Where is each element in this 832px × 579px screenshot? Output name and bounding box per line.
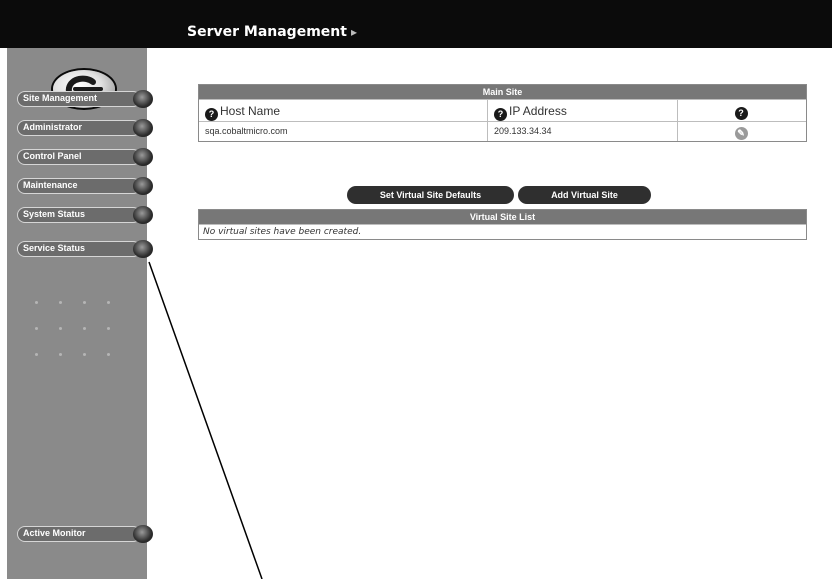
help-icon[interactable]: ?	[494, 108, 507, 121]
sidebar-item-label: Maintenance	[23, 180, 78, 190]
help-icon[interactable]: ?	[205, 108, 218, 121]
virtual-site-list-heading: Virtual Site List	[199, 210, 806, 224]
sidebar-item-maintenance[interactable]: Maintenance	[17, 177, 153, 195]
nav-knob-icon	[133, 119, 153, 137]
edit-icon[interactable]: ✎	[734, 127, 748, 140]
decorative-dot	[107, 327, 110, 330]
nav-knob-icon	[133, 177, 153, 195]
empty-list-message: No virtual sites have been created.	[199, 224, 806, 239]
main-site-table: Main Site ? Host Name ? IP Address ? sqa.c…	[198, 84, 807, 142]
sidebar-item-label: Administrator	[23, 122, 83, 132]
nav-knob-icon	[133, 240, 153, 258]
main-site-heading: Main Site	[199, 85, 806, 99]
decorative-dot	[107, 301, 110, 304]
sidebar-item-site-management[interactable]: Site Management	[17, 90, 153, 108]
table-row: sqa.cobaltmicro.com 209.133.34.34 ✎	[199, 121, 806, 141]
virtual-site-list-table: Virtual Site List No virtual sites have …	[198, 209, 807, 240]
decorative-dot	[59, 353, 62, 356]
sidebar-item-service-status[interactable]: Service Status	[17, 240, 153, 258]
sidebar-item-control-panel[interactable]: Control Panel	[17, 148, 153, 166]
sidebar-item-label: Service Status	[23, 243, 86, 253]
decorative-dot	[59, 301, 62, 304]
sidebar-item-label: System Status	[23, 209, 86, 219]
help-icon[interactable]: ?	[734, 107, 748, 120]
host-name-header: Host Name	[220, 104, 281, 118]
top-banner: Server Management ▸	[0, 0, 832, 48]
decorative-dot	[35, 327, 38, 330]
sidebar-item-active-monitor[interactable]: Active Monitor	[17, 525, 153, 543]
nav-knob-icon	[133, 525, 153, 543]
nav-knob-icon	[133, 206, 153, 224]
sidebar-item-label: Site Management	[23, 93, 98, 103]
sidebar: Site Management Administrator Control Pa…	[7, 48, 153, 579]
sidebar-item-label: Active Monitor	[23, 528, 86, 538]
decorative-dot	[35, 353, 38, 356]
sidebar-item-administrator[interactable]: Administrator	[17, 119, 153, 137]
page-title-text: Server Management	[187, 24, 347, 40]
decorative-dot	[83, 327, 86, 330]
decorative-dot	[83, 353, 86, 356]
decorative-dot	[107, 353, 110, 356]
ip-address-column: ? IP Address	[488, 100, 678, 121]
decorative-dot	[35, 301, 38, 304]
decorative-dot	[59, 327, 62, 330]
nav-knob-icon	[133, 148, 153, 166]
sidebar-item-system-status[interactable]: System Status	[17, 206, 153, 224]
edit-cell: ✎	[678, 122, 806, 141]
decorative-dot	[83, 301, 86, 304]
ip-address-header: IP Address	[509, 104, 567, 118]
actions-column: ?	[678, 100, 806, 121]
title-arrow-icon: ▸	[350, 25, 357, 39]
set-virtual-site-defaults-button[interactable]: Set Virtual Site Defaults	[347, 186, 514, 204]
ip-address-cell: 209.133.34.34	[488, 122, 678, 141]
host-name-cell: sqa.cobaltmicro.com	[199, 122, 488, 141]
sidebar-item-label: Control Panel	[23, 151, 82, 161]
app-window: Server Management ▸ Site Management Admin…	[0, 0, 832, 579]
host-name-column: ? Host Name	[199, 100, 488, 121]
nav-knob-icon	[133, 90, 153, 108]
add-virtual-site-button[interactable]: Add Virtual Site	[518, 186, 651, 204]
page-title: Server Management ▸	[187, 24, 357, 40]
table-header-row: ? Host Name ? IP Address ?	[199, 99, 806, 121]
